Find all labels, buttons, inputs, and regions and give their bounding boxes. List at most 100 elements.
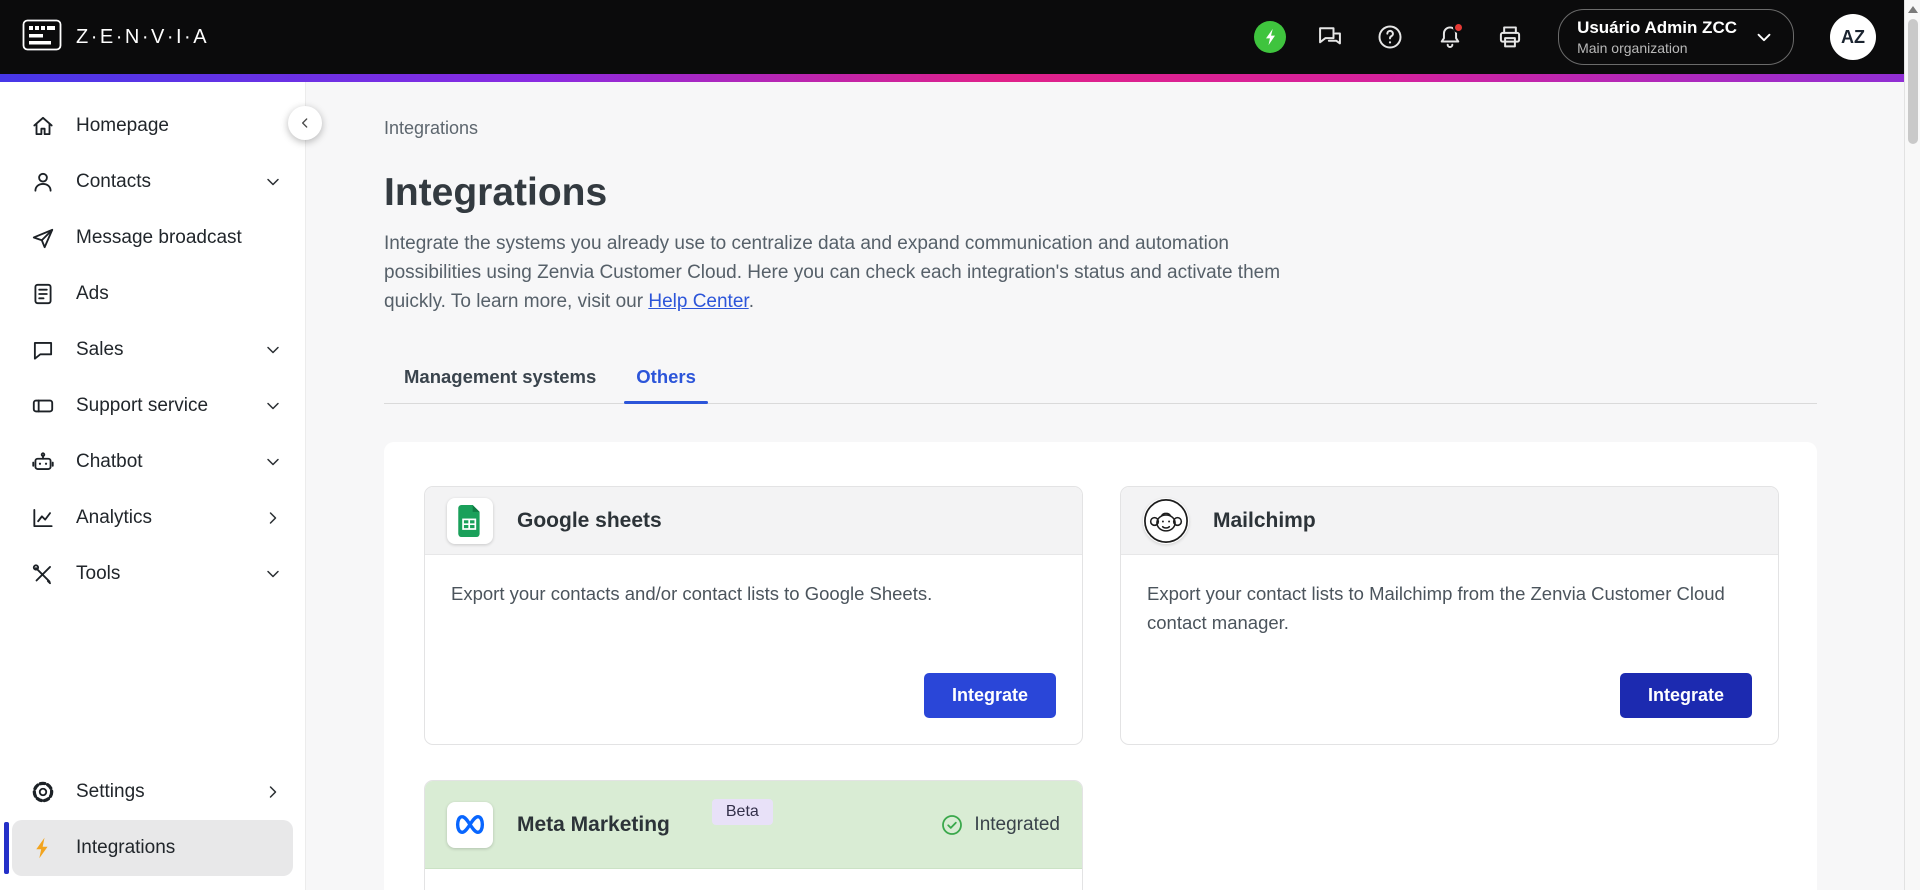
sidebar-item-label: Tools (76, 563, 121, 584)
card-title: Mailchimp (1213, 508, 1316, 532)
description-text: Integrate the systems you already use to… (384, 233, 1281, 312)
card-description: Export your contact lists to Mailchimp f… (1147, 583, 1725, 633)
sidebar-item-sales[interactable]: Sales (12, 322, 293, 378)
help-button[interactable] (1370, 17, 1410, 57)
status-lightning-icon (1254, 21, 1287, 53)
person-icon (34, 172, 52, 192)
paper-plane-icon (32, 228, 54, 249)
sidebar-item-integrations[interactable]: Integrations (4, 820, 293, 876)
conversations-icon (1319, 27, 1341, 45)
page-scrollbar[interactable] (1904, 0, 1920, 890)
tab-others[interactable]: Others (616, 366, 716, 404)
gear-icon (32, 781, 54, 803)
chevron-down-icon (267, 178, 279, 186)
line-chart-icon (33, 508, 53, 528)
sidebar-item-contacts[interactable]: Contacts (12, 154, 293, 210)
brand[interactable]: Z·E·N·V·I·A (22, 19, 209, 56)
organization-name: Usuário Admin ZCC (1577, 18, 1737, 37)
integration-status: Integrated (940, 813, 1060, 837)
chevron-right-icon (269, 512, 277, 524)
sidebar-item-label: Sales (76, 339, 124, 360)
document-icon (34, 283, 52, 305)
topbar: Z·E·N·V·I·A Usuário Admin ZCC Main organ… (0, 0, 1920, 74)
card-footer: Integrate (1121, 673, 1778, 744)
card-description: Export your contacts and/or contact list… (451, 583, 933, 604)
card-title: Google sheets (517, 508, 662, 532)
accent-gradient-bar (0, 74, 1920, 82)
tools-icon (32, 564, 51, 585)
sidebar-item-homepage[interactable]: Homepage (12, 98, 293, 154)
sidebar-item-label: Chatbot (76, 451, 143, 472)
tab-bar: Management systems Others (384, 366, 1817, 404)
sidebar: Homepage Contacts Message broadcast Ads … (0, 82, 322, 890)
card-meta-marketing: Meta Marketing Beta Integrated Connectin… (424, 780, 1083, 890)
sidebar-item-tools[interactable]: Tools (12, 546, 293, 602)
sidebar-item-label: Message broadcast (76, 227, 242, 248)
card-footer: Integrate (425, 673, 1082, 744)
sidebar-item-chatbot[interactable]: Chatbot (12, 434, 293, 490)
integrate-google-sheets-button[interactable]: Integrate (923, 673, 1056, 718)
page-title: Integrations (384, 171, 608, 214)
sidebar-item-analytics[interactable]: Analytics (12, 490, 293, 546)
breadcrumb[interactable]: Integrations (384, 118, 1817, 139)
robot-icon (32, 452, 54, 470)
chevron-down-icon (267, 458, 279, 466)
status-button[interactable] (1250, 17, 1290, 57)
chevron-down-icon (267, 570, 279, 578)
mailchimp-logo-icon (1143, 497, 1189, 544)
help-icon (1378, 25, 1402, 49)
card-header: Mailchimp (1121, 487, 1778, 555)
lightning-icon (36, 837, 48, 859)
sidebar-item-support-service[interactable]: Support service (12, 378, 293, 434)
chevron-right-icon (269, 786, 277, 798)
card-description: Connecting with Meta Marketing in Zenvia… (425, 869, 1082, 890)
brand-wordmark: Z·E·N·V·I·A (76, 25, 210, 48)
chevron-down-icon (267, 346, 279, 354)
help-center-link[interactable]: Help Center (648, 291, 748, 312)
organization-text: Usuário Admin ZCC Main organization (1577, 18, 1737, 56)
card-google-sheets: Google sheets Export your contacts and/o… (424, 486, 1083, 745)
beta-badge: Beta (711, 798, 773, 825)
printer-button[interactable] (1490, 17, 1530, 57)
home-icon (33, 116, 53, 136)
card-header: Google sheets (425, 487, 1082, 555)
chat-bubble-icon (33, 342, 53, 360)
sidebar-collapse-button[interactable] (288, 106, 322, 140)
tab-management-systems[interactable]: Management systems (384, 366, 616, 403)
topbar-actions: Usuário Admin ZCC Main organization AZ (1250, 9, 1876, 65)
check-circle-icon (942, 814, 963, 835)
notification-badge (1453, 22, 1465, 33)
notifications-button[interactable] (1430, 17, 1470, 57)
status-label: Integrated (974, 813, 1060, 835)
conversations-button[interactable] (1310, 17, 1350, 57)
integrations-panel: Google sheets Export your contacts and/o… (384, 442, 1817, 890)
sidebar-item-label: Homepage (76, 115, 169, 136)
sidebar-item-message-broadcast[interactable]: Message broadcast (12, 210, 293, 266)
sidebar-item-label: Settings (76, 781, 145, 802)
integrate-mailchimp-button[interactable]: Integrate (1619, 673, 1752, 718)
meta-logo-icon (447, 801, 493, 848)
printer-icon (1499, 26, 1521, 48)
scrollbar-thumb[interactable] (1907, 19, 1918, 144)
organization-selector[interactable]: Usuário Admin ZCC Main organization (1558, 9, 1794, 65)
description-period: . (748, 291, 754, 312)
chevron-left-icon (302, 118, 308, 128)
card-title: Meta Marketing (517, 812, 670, 836)
scrollbar-up-arrow-icon[interactable] (1907, 6, 1918, 13)
sidebar-bottom-group: Settings Integrations (4, 764, 293, 876)
organization-subtitle: Main organization (1577, 40, 1688, 56)
zenvia-logo-icon (22, 19, 62, 56)
card-mailchimp: Mailchimp Export your contact lists to M… (1120, 486, 1779, 745)
chevron-down-icon (267, 402, 279, 410)
sidebar-item-label: Support service (76, 395, 209, 416)
sidebar-item-label: Contacts (76, 171, 151, 192)
ticket-icon (32, 399, 54, 413)
avatar[interactable]: AZ (1830, 14, 1876, 60)
sidebar-item-settings[interactable]: Settings (12, 764, 293, 820)
sidebar-item-label: Analytics (76, 507, 153, 528)
sidebar-item-label: Integrations (76, 837, 176, 858)
page-description: Integrate the systems you already use to… (384, 229, 1292, 316)
sidebar-item-ads[interactable]: Ads (12, 266, 293, 322)
main-content: Integrations Integrations Integrate the … (306, 82, 1920, 890)
google-sheets-icon (447, 497, 493, 544)
